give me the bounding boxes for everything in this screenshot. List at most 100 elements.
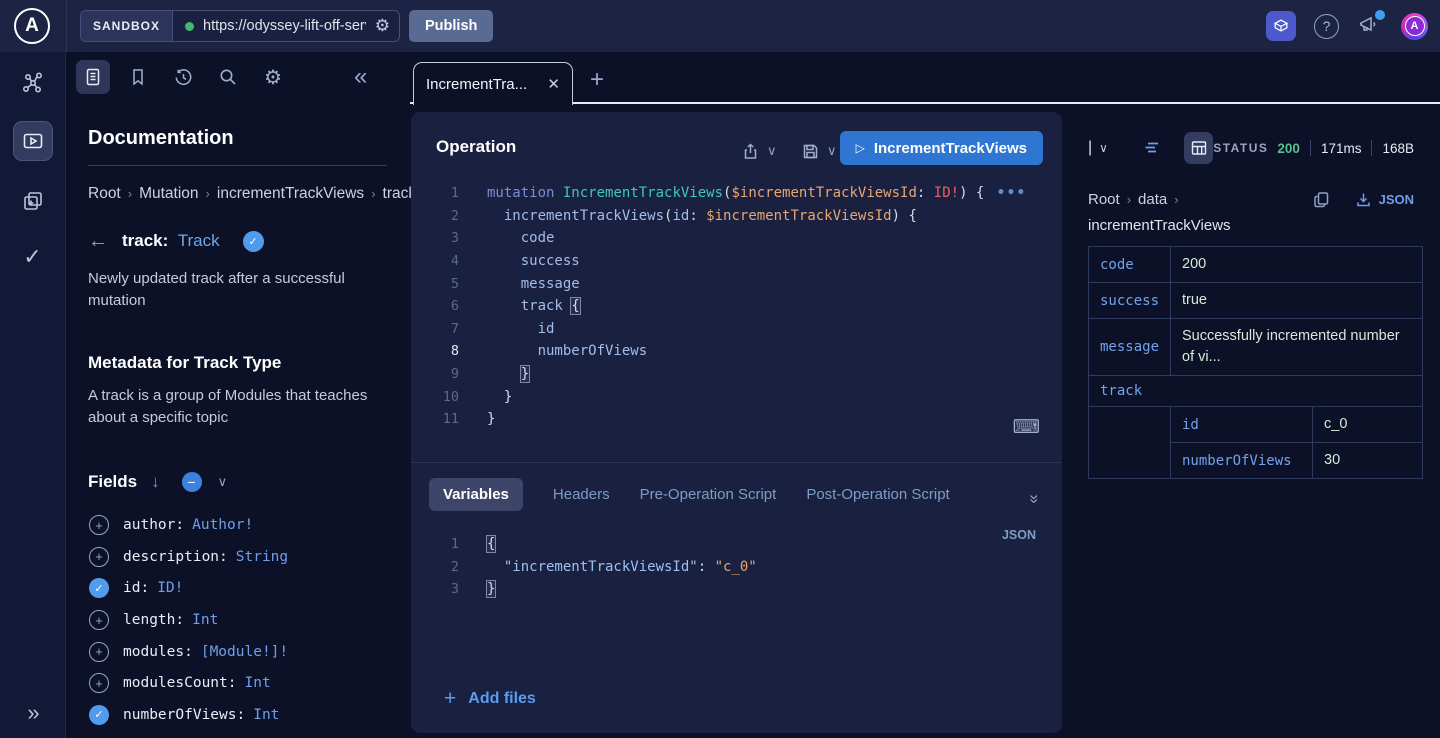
code-line-1[interactable]: 1mutation IncrementTrackViews($increment… [411, 182, 1062, 205]
code-line-1[interactable]: 1{ [411, 533, 1062, 556]
add-files-button[interactable]: + Add files [444, 687, 536, 711]
operation-tab[interactable]: IncrementTra... ✕ [413, 62, 573, 105]
field-selected-badge[interactable]: ✓ [243, 231, 264, 252]
documentation-tool-button[interactable] [76, 60, 110, 94]
sandbox-mode-button[interactable] [1266, 11, 1296, 41]
tree-view-toggle[interactable] [1142, 138, 1162, 158]
response-table: code200successtruemessageSuccessfully in… [1088, 246, 1423, 479]
field-type-link[interactable]: String [236, 549, 288, 565]
sort-descending-icon[interactable]: ↓ [151, 472, 160, 492]
field-type-link[interactable]: Int [253, 707, 279, 723]
operation-editor[interactable]: 1mutation IncrementTrackViews($increment… [411, 182, 1062, 431]
collapse-dots-icon[interactable]: ••• [997, 185, 1027, 201]
help-button[interactable]: ? [1314, 14, 1339, 39]
keyboard-shortcuts-icon[interactable]: ⌨ [1013, 416, 1040, 439]
share-dropdown-caret-icon[interactable]: ∨ [767, 143, 777, 159]
code-line-10[interactable]: 10 } [411, 385, 1062, 408]
code-line-5[interactable]: 5 message [411, 272, 1062, 295]
explorer-nav-button[interactable] [13, 121, 53, 161]
code-line-7[interactable]: 7 id [411, 318, 1062, 341]
tab-headers[interactable]: Headers [553, 478, 610, 511]
bookmark-icon [128, 67, 148, 87]
saved-operations-button[interactable] [121, 60, 155, 94]
history-button[interactable] [166, 60, 200, 94]
announcements-button[interactable] [1357, 13, 1383, 39]
collapse-panel-icon[interactable]: « [354, 60, 367, 94]
changelog-nav-button[interactable] [20, 188, 46, 214]
explorer-settings-button[interactable]: ⚙ [256, 60, 290, 94]
breadcrumb-item-Root[interactable]: Root [88, 185, 121, 202]
publish-button[interactable]: Publish [409, 10, 493, 42]
deselect-all-button[interactable]: − [182, 472, 202, 492]
search-button[interactable] [211, 60, 245, 94]
endpoint-settings-icon[interactable]: ⚙ [366, 16, 399, 36]
close-tab-icon[interactable]: ✕ [541, 75, 560, 93]
code-line-2[interactable]: 2 incrementTrackViews(id: $incrementTrac… [411, 205, 1062, 228]
field-type-link[interactable]: Author! [192, 517, 253, 533]
field-add-icon[interactable]: + [89, 642, 109, 662]
field-add-icon[interactable]: + [89, 673, 109, 693]
response-view-selector[interactable]: | ∨ [1088, 139, 1108, 157]
code-token: ) { [892, 208, 917, 224]
response-value: Successfully incremented number of vi... [1171, 319, 1423, 376]
copy-response-button[interactable] [1312, 190, 1331, 209]
endpoint-url-input[interactable]: https://odyssey-lift-off-serv [203, 18, 366, 34]
code-line-8[interactable]: 8 numberOfViews [411, 340, 1062, 363]
field-name-link[interactable]: modules: [123, 644, 193, 660]
code-line-9[interactable]: 9 } [411, 363, 1062, 386]
field-type-link[interactable]: Track [178, 231, 220, 250]
expand-rail-button[interactable]: » [27, 700, 37, 726]
field-name-link[interactable]: author: [123, 517, 184, 533]
field-name-link[interactable]: id: [123, 580, 149, 596]
endpoint-bar[interactable]: SANDBOX https://odyssey-lift-off-serv ⚙ [80, 10, 400, 42]
breadcrumb-item-Mutation[interactable]: Mutation [139, 185, 198, 202]
code-line-3[interactable]: 3 code [411, 227, 1062, 250]
new-tab-button[interactable]: + [590, 66, 604, 94]
fields-header: Fields ↓ − ∨ [88, 472, 387, 492]
field-name-link[interactable]: numberOfViews: [123, 707, 245, 723]
schema-graph-button[interactable] [20, 70, 46, 96]
line-number: 11 [411, 411, 459, 427]
field-type-link[interactable]: ID! [157, 580, 183, 596]
field-add-icon[interactable]: + [89, 515, 109, 535]
field-type-link[interactable]: Int [245, 675, 271, 691]
back-arrow-icon[interactable]: ← [88, 230, 108, 253]
field-row-modulesCount: + modulesCount: Int [88, 667, 387, 699]
download-json-label: JSON [1379, 192, 1414, 207]
field-type-link[interactable]: Int [192, 612, 218, 628]
variables-editor[interactable]: 1{2 "incrementTrackViewsId": "c_0"3} [411, 533, 1062, 601]
tab-variables[interactable]: Variables [429, 478, 523, 511]
fields-dropdown-caret-icon[interactable]: ∨ [218, 474, 228, 490]
field-type-link[interactable]: [Module!]! [201, 644, 288, 660]
breadcrumb-item-track[interactable]: track [383, 185, 411, 202]
run-operation-button[interactable]: ▷ IncrementTrackViews [840, 131, 1043, 165]
apollo-logo[interactable]: A [14, 8, 50, 44]
code-line-6[interactable]: 6 track { [411, 295, 1062, 318]
save-dropdown-caret-icon[interactable]: ∨ [827, 143, 837, 159]
code-line-4[interactable]: 4 success [411, 250, 1062, 273]
connection-status-dot [185, 22, 194, 31]
breadcrumb-item-incrementTrackViews[interactable]: incrementTrackViews [217, 185, 364, 202]
field-name-link[interactable]: length: [123, 612, 184, 628]
operation-tab-title: IncrementTra... [426, 76, 541, 93]
code-line-2[interactable]: 2 "incrementTrackViewsId": "c_0" [411, 556, 1062, 579]
field-name-link[interactable]: modulesCount: [123, 675, 237, 691]
code-line-11[interactable]: 11} [411, 408, 1062, 431]
collapse-section-icon[interactable]: » [1024, 494, 1044, 501]
table-view-toggle[interactable] [1184, 132, 1213, 164]
checks-nav-button[interactable]: ✓ [23, 244, 41, 270]
field-selected-check-icon[interactable]: ✓ [89, 578, 109, 598]
save-operation-button[interactable] [801, 142, 820, 161]
download-json-button[interactable]: JSON [1355, 191, 1414, 208]
field-add-icon[interactable]: + [89, 547, 109, 567]
field-add-icon[interactable]: + [89, 610, 109, 630]
field-selected-check-icon[interactable]: ✓ [89, 705, 109, 725]
tab-post-operation-script[interactable]: Post-Operation Script [806, 478, 949, 511]
breadcrumb-item-data[interactable]: data [1138, 191, 1167, 208]
code-line-3[interactable]: 3} [411, 578, 1062, 601]
breadcrumb-item-Root[interactable]: Root [1088, 191, 1120, 208]
share-operation-button[interactable] [741, 142, 760, 161]
field-name-link[interactable]: description: [123, 549, 228, 565]
tab-pre-operation-script[interactable]: Pre-Operation Script [640, 478, 777, 511]
user-avatar[interactable]: A [1401, 13, 1428, 40]
